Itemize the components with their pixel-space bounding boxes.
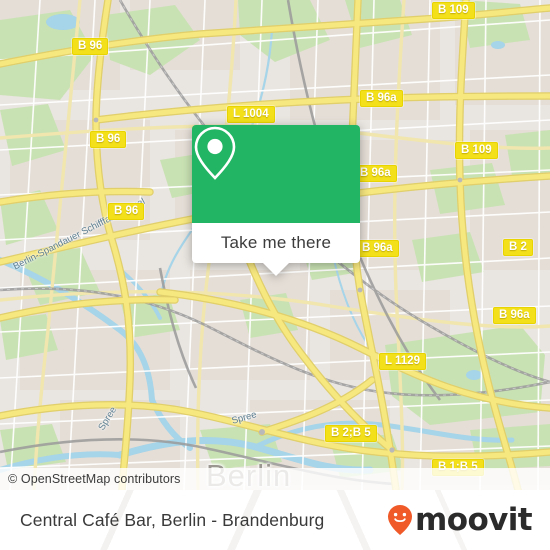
moovit-wordmark: moovit bbox=[415, 502, 533, 538]
moovit-map-share-card: B 109 B 96 B 96a L 1004 B 96 B 109 B 96a B 96 B … bbox=[0, 0, 550, 550]
place-title: Central Café Bar, Berlin - Brandenburg bbox=[20, 509, 325, 530]
osm-attribution-text[interactable]: © OpenStreetMap contributors bbox=[0, 472, 181, 486]
map-attribution-bar: © OpenStreetMap contributors bbox=[0, 468, 550, 490]
popup-pointer-tail bbox=[263, 263, 289, 276]
take-me-there-button[interactable]: Take me there bbox=[221, 233, 331, 253]
map-canvas[interactable]: B 109 B 96 B 96a L 1004 B 96 B 109 B 96a B 96 B … bbox=[0, 0, 550, 490]
moovit-pin-icon bbox=[388, 505, 413, 535]
bottom-info-bar: Central Café Bar, Berlin - Brandenburg m… bbox=[0, 490, 550, 550]
map-pin-icon bbox=[194, 126, 236, 180]
location-popup-card[interactable]: Take me there bbox=[192, 125, 360, 276]
moovit-brand[interactable]: moovit bbox=[387, 502, 533, 538]
popup-icon-area bbox=[192, 125, 360, 223]
popup-footer[interactable]: Take me there bbox=[192, 223, 360, 276]
